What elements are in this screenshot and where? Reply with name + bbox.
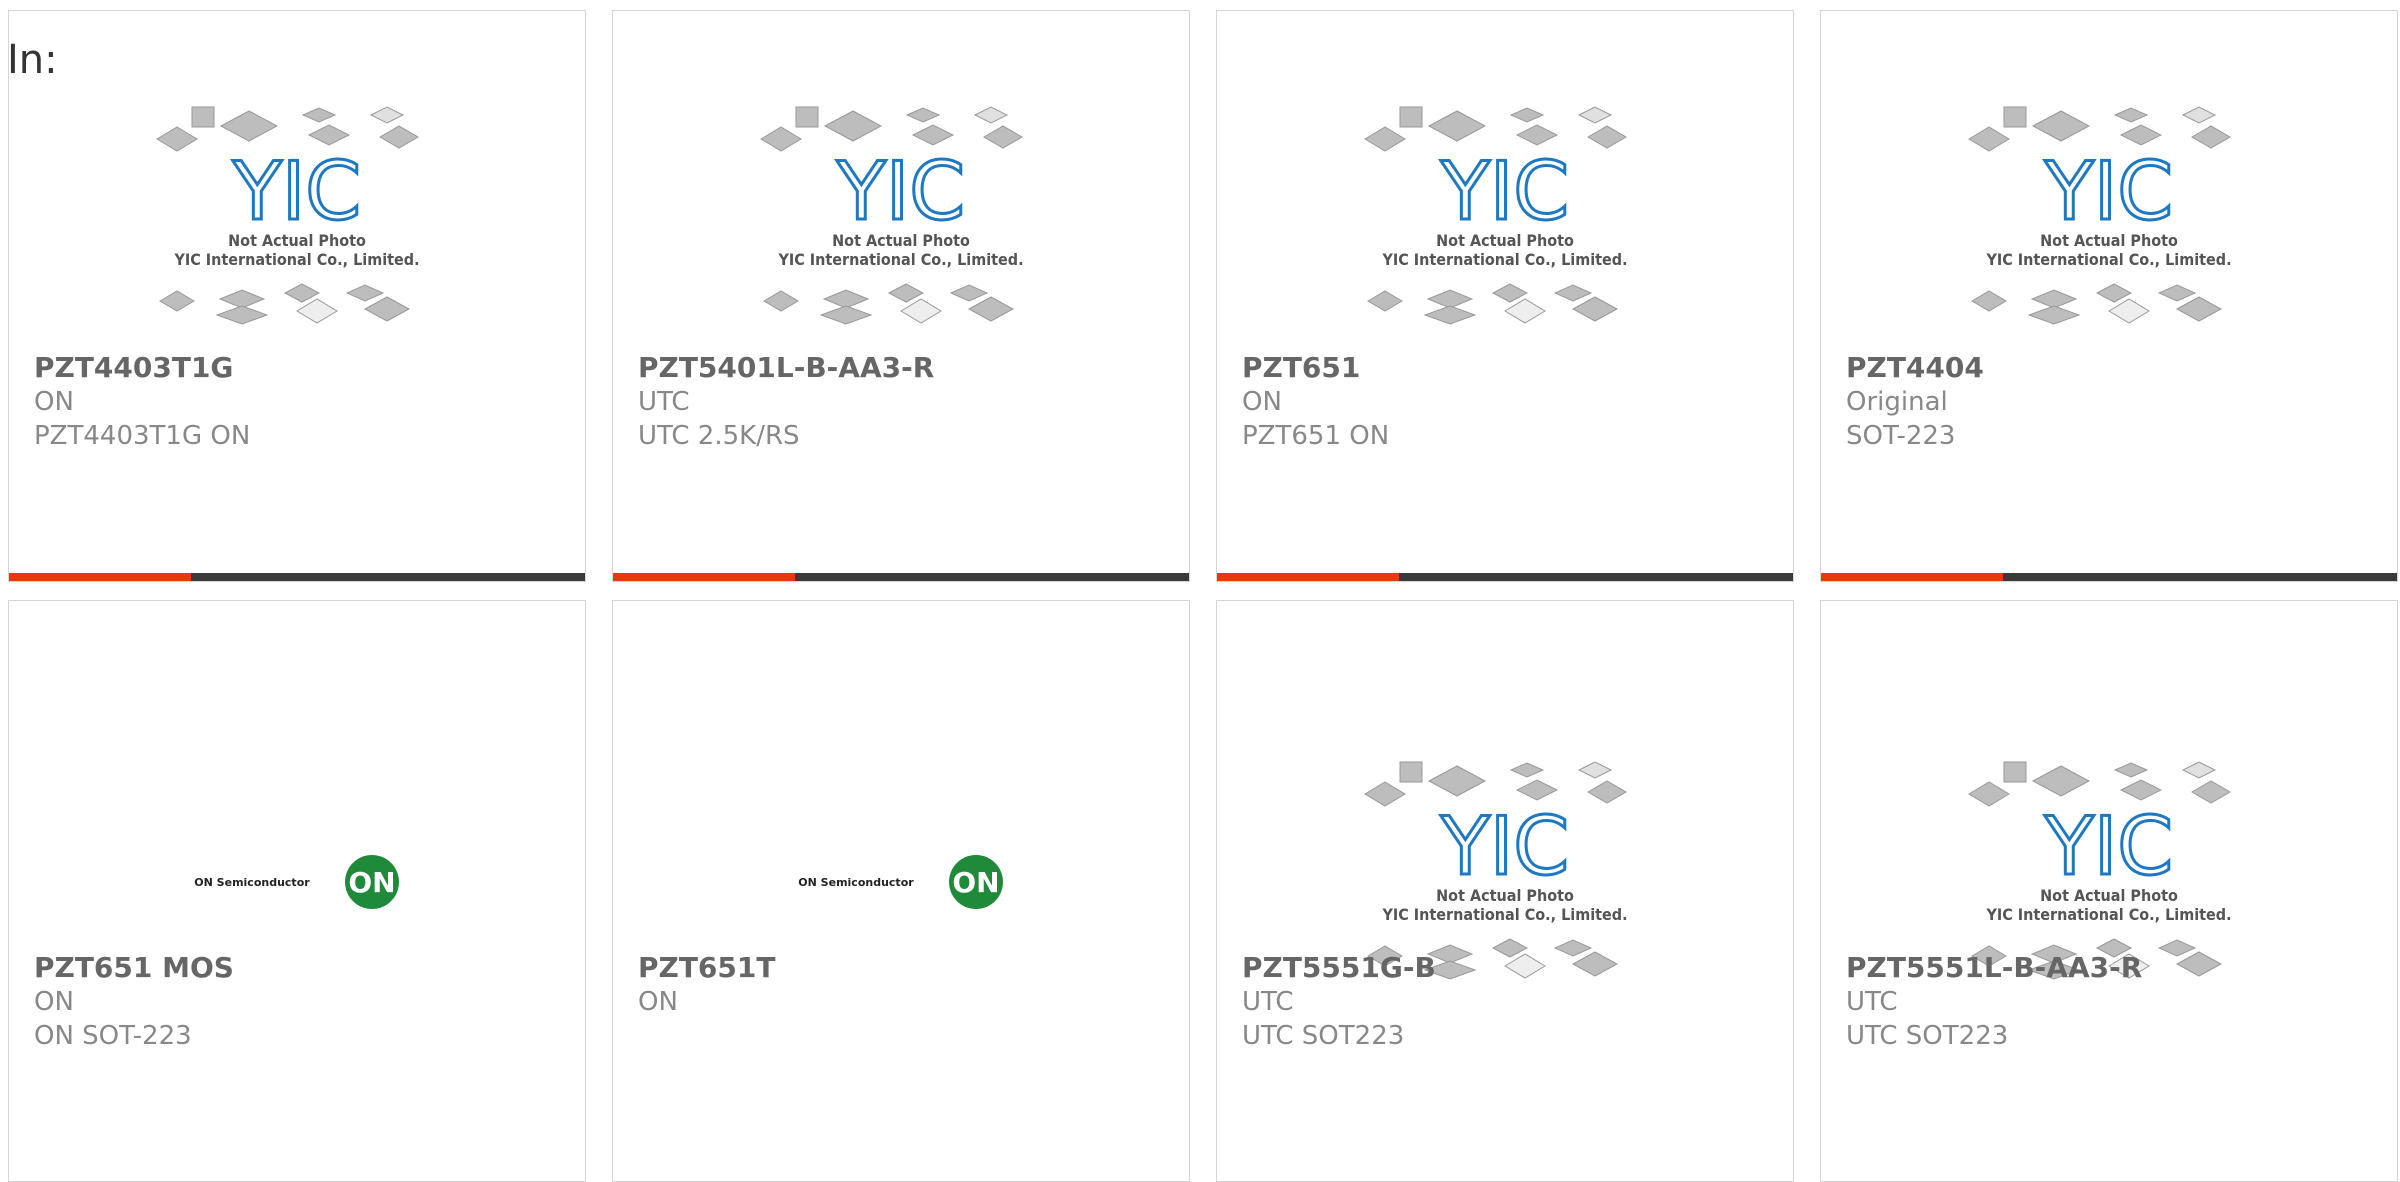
product-card[interactable]: YIC Not Actual Photo YIC International Co.…: [1216, 10, 1794, 582]
product-name[interactable]: PZT5551G-B: [1242, 951, 1773, 985]
in-label: In:: [7, 37, 58, 83]
yic-placeholder-graphic: YICNot Actual PhotoYIC International Co.…: [760, 106, 1024, 325]
product-name[interactable]: PZT4403T1G: [34, 351, 565, 385]
product-manufacturer: ON: [1242, 387, 1282, 417]
product-manufacturer: ON: [638, 987, 678, 1017]
card-bottom-bar: [1821, 573, 2397, 581]
product-description: UTC 2.5K/RS: [638, 421, 800, 451]
product-card[interactable]: YIC Not Actual Photo YIC International Co.…: [612, 10, 1190, 582]
product-card[interactable]: ON Semiconductor ON PZT651T ON: [612, 600, 1190, 1182]
placeholder-caption: Not Actual Photo: [228, 231, 366, 250]
yic-placeholder-image: YIC Not Actual Photo YIC International Co.…: [1217, 91, 1793, 361]
yic-placeholder-image: YIC Not Actual Photo YIC International Co.…: [9, 91, 585, 361]
product-grid: YIC Not Actual Photo YIC International Co.…: [8, 10, 2400, 582]
product-manufacturer: UTC: [638, 387, 690, 417]
yic-placeholder-image: YIC Not Actual Photo YIC International Co.…: [1821, 91, 2397, 361]
yic-logo: YIC: [2044, 800, 2173, 893]
yic-logo: YIC: [836, 145, 965, 238]
card-bar-accent: [1217, 573, 1399, 581]
product-grid-row-2: ON Semiconductor ON PZT651 MOS ON ON SOT-…: [8, 600, 2400, 1182]
on-badge-text: ON: [952, 866, 999, 899]
yic-placeholder-image: YIC Not Actual Photo YIC International Co.…: [613, 91, 1189, 361]
product-name[interactable]: PZT5551L-B-AA3-R: [1846, 951, 2377, 985]
on-semiconductor-logo: ON Semiconductor ON: [798, 855, 1003, 909]
placeholder-caption: Not Actual Photo: [832, 231, 970, 250]
product-manufacturer: Original: [1846, 387, 1948, 417]
on-semiconductor-text: ON Semiconductor: [194, 876, 310, 889]
card-bar-accent: [1821, 573, 2003, 581]
placeholder-company: YIC International Co., Limited.: [173, 250, 419, 269]
card-bar-accent: [613, 573, 795, 581]
product-manufacturer: UTC: [1242, 987, 1294, 1017]
product-name[interactable]: PZT4404: [1846, 351, 2377, 385]
card-bottom-bar: [613, 573, 1189, 581]
yic-logo: YIC: [1440, 145, 1569, 238]
placeholder-company: YIC International Co., Limited.: [1985, 905, 2231, 924]
product-description: UTC SOT223: [1242, 1021, 1405, 1051]
yic-logo: YIC: [232, 145, 361, 238]
yic-logo: YIC: [1440, 800, 1569, 893]
product-name[interactable]: PZT5401L-B-AA3-R: [638, 351, 1169, 385]
product-description: PZT4403T1G ON: [34, 421, 251, 451]
yic-placeholder-graphic: YICNot Actual PhotoYIC International Co.…: [156, 106, 420, 325]
product-description: SOT-223: [1846, 421, 1956, 451]
product-description: ON SOT-223: [34, 1021, 192, 1051]
card-bottom-bar: [1217, 573, 1793, 581]
product-card[interactable]: YIC Not Actual Photo YIC International Co.…: [8, 10, 586, 582]
on-badge-text: ON: [348, 866, 395, 899]
yic-logo: YIC: [2044, 145, 2173, 238]
placeholder-company: YIC International Co., Limited.: [777, 250, 1023, 269]
product-name[interactable]: PZT651T: [638, 951, 1169, 985]
card-bar-accent: [9, 573, 191, 581]
placeholder-company: YIC International Co., Limited.: [1381, 250, 1627, 269]
product-description: UTC SOT223: [1846, 1021, 2009, 1051]
product-manufacturer: UTC: [1846, 987, 1898, 1017]
product-card[interactable]: YIC Not Actual Photo YIC International Co.…: [1820, 600, 2398, 1182]
product-manufacturer: ON: [34, 987, 74, 1017]
product-name[interactable]: PZT651 MOS: [34, 951, 565, 985]
placeholder-company: YIC International Co., Limited.: [1381, 905, 1627, 924]
placeholder-caption: Not Actual Photo: [1436, 886, 1574, 905]
product-card[interactable]: ON Semiconductor ON PZT651 MOS ON ON SOT-…: [8, 600, 586, 1182]
card-bottom-bar: [9, 573, 585, 581]
product-card[interactable]: YIC Not Actual Photo YIC International Co.…: [1820, 10, 2398, 582]
placeholder-caption: Not Actual Photo: [2040, 886, 2178, 905]
on-semiconductor-logo: ON Semiconductor ON: [194, 855, 399, 909]
on-semiconductor-text: ON Semiconductor: [798, 876, 914, 889]
product-description: PZT651 ON: [1242, 421, 1390, 451]
product-manufacturer: ON: [34, 387, 74, 417]
product-card[interactable]: YIC Not Actual Photo YIC International Co.…: [1216, 600, 1794, 1182]
yic-placeholder-graphic: YICNot Actual PhotoYIC International Co.…: [1968, 106, 2232, 325]
placeholder-caption: Not Actual Photo: [1436, 231, 1574, 250]
placeholder-caption: Not Actual Photo: [2040, 231, 2178, 250]
placeholder-company: YIC International Co., Limited.: [1985, 250, 2231, 269]
yic-placeholder-graphic: YICNot Actual PhotoYIC International Co.…: [1364, 106, 1628, 325]
product-name[interactable]: PZT651: [1242, 351, 1773, 385]
